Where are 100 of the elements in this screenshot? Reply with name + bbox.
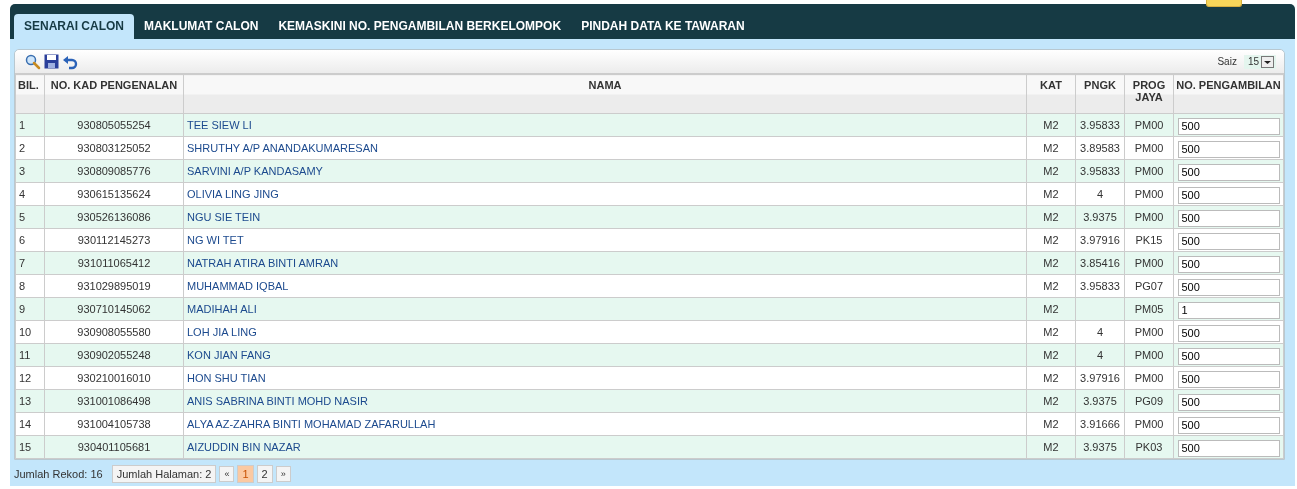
- table-cell: PM00: [1124, 320, 1174, 344]
- input-field[interactable]: 500: [1177, 416, 1280, 434]
- table-cell: 930809085776: [44, 159, 184, 183]
- input-field[interactable]: 500: [1177, 186, 1280, 204]
- table-cell: M2: [1026, 435, 1076, 459]
- table-cell: PM05: [1124, 297, 1174, 321]
- table-cell: M2: [1026, 136, 1076, 160]
- table-cell: 3.89583: [1075, 136, 1125, 160]
- name-link[interactable]: OLIVIA LING JING: [187, 188, 279, 200]
- name-link[interactable]: NATRAH ATIRA BINTI AMRAN: [187, 257, 339, 269]
- name-link[interactable]: TEE SIEW LI: [187, 119, 252, 131]
- input-field[interactable]: 500: [1177, 393, 1280, 411]
- table-cell: 930908055580: [44, 320, 184, 344]
- table-cell: 931029895019: [44, 274, 184, 298]
- next-button[interactable]: »: [275, 466, 291, 482]
- table-cell: PM00: [1124, 366, 1174, 390]
- table-cell: 14: [15, 412, 45, 436]
- table-cell: 3: [15, 159, 45, 183]
- table-cell: M2: [1026, 251, 1076, 275]
- input-field[interactable]: 500: [1177, 140, 1280, 158]
- save-icon[interactable]: [44, 54, 59, 69]
- column-header: NO. PENGAMBILAN: [1173, 74, 1284, 114]
- input-field[interactable]: 1: [1177, 301, 1280, 319]
- table-cell: 931011065412: [44, 251, 184, 275]
- input-field[interactable]: 500: [1177, 255, 1280, 273]
- table-cell: 4: [15, 182, 45, 206]
- table-cell: 931001086498: [44, 389, 184, 413]
- record-count: Jumlah Rekod: 16: [14, 468, 103, 480]
- name-link[interactable]: MUHAMMAD IQBAL: [187, 280, 289, 292]
- table-cell: M2: [1026, 182, 1076, 206]
- tab[interactable]: KEMASKINI NO. PENGAMBILAN BERKELOMPOK: [268, 14, 572, 39]
- table-cell: 930401105681: [44, 435, 184, 459]
- table-cell: 930210016010: [44, 366, 184, 390]
- table-cell: 8: [15, 274, 45, 298]
- table-cell: PM00: [1124, 113, 1174, 137]
- name-link[interactable]: AIZUDDIN BIN NAZAR: [187, 441, 301, 453]
- table-cell: M2: [1026, 343, 1076, 367]
- input-field[interactable]: 500: [1177, 347, 1280, 365]
- input-field[interactable]: 500: [1177, 439, 1280, 457]
- input-field[interactable]: 500: [1177, 163, 1280, 181]
- table-cell: 3.91666: [1075, 412, 1125, 436]
- table-cell: 930112145273: [44, 228, 184, 252]
- table-cell: M2: [1026, 389, 1076, 413]
- name-link[interactable]: ANIS SABRINA BINTI MOHD NASIR: [187, 395, 368, 407]
- size-select[interactable]: 15: [1243, 54, 1276, 69]
- table-cell: 930526136086: [44, 205, 184, 229]
- input-field[interactable]: 500: [1177, 117, 1280, 135]
- input-field[interactable]: 500: [1177, 209, 1280, 227]
- prev-button[interactable]: «: [219, 466, 235, 482]
- table-cell: 1: [15, 113, 45, 137]
- table-cell: 13: [15, 389, 45, 413]
- table-cell: 930615135624: [44, 182, 184, 206]
- table-cell: M2: [1026, 228, 1076, 252]
- name-link[interactable]: NGU SIE TEIN: [187, 211, 261, 223]
- table-cell: M2: [1026, 159, 1076, 183]
- table-cell: 3.97916: [1075, 228, 1125, 252]
- table-cell: PK03: [1124, 435, 1174, 459]
- name-link[interactable]: KON JIAN FANG: [187, 349, 271, 361]
- name-link[interactable]: HON SHU TIAN: [187, 372, 266, 384]
- undo-icon[interactable]: [62, 53, 78, 70]
- name-link[interactable]: SARVINI A/P KANDASAMY: [187, 165, 323, 177]
- input-field[interactable]: 500: [1177, 232, 1280, 250]
- name-link[interactable]: NG WI TET: [187, 234, 244, 246]
- name-link[interactable]: LOH JIA LING: [187, 326, 257, 338]
- table-cell: M2: [1026, 320, 1076, 344]
- table-cell: M2: [1026, 205, 1076, 229]
- table-cell: PM00: [1124, 412, 1174, 436]
- column-header: NAMA: [183, 74, 1027, 114]
- table-cell: PM00: [1124, 136, 1174, 160]
- table-cell: 10: [15, 320, 45, 344]
- table-cell: PG07: [1124, 274, 1174, 298]
- column-header: NO. KAD PENGENALAN: [44, 74, 184, 114]
- name-link[interactable]: ALYA AZ-ZAHRA BINTI MOHAMAD ZAFARULLAH: [187, 418, 436, 430]
- name-link[interactable]: SHRUTHY A/P ANANDAKUMARESAN: [187, 142, 378, 154]
- tab[interactable]: PINDAH DATA KE TAWARAN: [571, 14, 755, 39]
- name-link[interactable]: MADIHAH ALI: [187, 303, 257, 315]
- input-field[interactable]: 500: [1177, 324, 1280, 342]
- input-field[interactable]: 500: [1177, 278, 1280, 296]
- page-button[interactable]: 2: [256, 465, 273, 483]
- table-cell: M2: [1026, 366, 1076, 390]
- table-cell: M2: [1026, 412, 1076, 436]
- table-cell: PM00: [1124, 251, 1174, 275]
- search-icon[interactable]: [25, 53, 41, 70]
- table-cell: 3.9375: [1075, 389, 1125, 413]
- tab[interactable]: MAKLUMAT CALON: [134, 14, 269, 39]
- table-cell: 930710145062: [44, 297, 184, 321]
- column-header: BIL.: [15, 74, 45, 114]
- tab[interactable]: SENARAI CALON: [14, 14, 134, 39]
- table-cell: PM00: [1124, 343, 1174, 367]
- table-cell: 3.97916: [1075, 366, 1125, 390]
- table-cell: 930803125052: [44, 136, 184, 160]
- table-cell: 3.95833: [1075, 159, 1125, 183]
- table-cell: 5: [15, 205, 45, 229]
- table-cell: 931004105738: [44, 412, 184, 436]
- table-cell: 3.9375: [1075, 435, 1125, 459]
- table-cell: 3.95833: [1075, 113, 1125, 137]
- column-header: PNGK: [1075, 74, 1125, 114]
- input-field[interactable]: 500: [1177, 370, 1280, 388]
- page-count: Jumlah Halaman: 2: [111, 465, 217, 483]
- table-cell: PK15: [1124, 228, 1174, 252]
